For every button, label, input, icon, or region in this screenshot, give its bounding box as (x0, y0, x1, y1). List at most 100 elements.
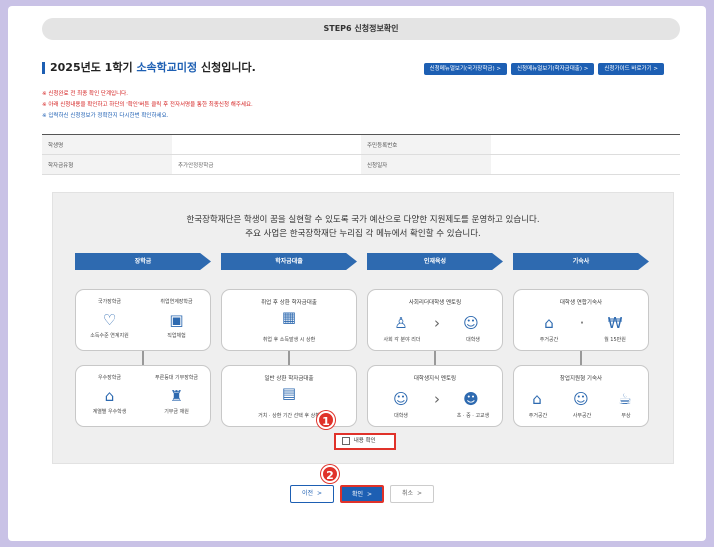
calendar-icon: ▤ (281, 384, 297, 402)
manual-loan-button[interactable]: 신청메뉴얼보기(학자금대출) > (510, 63, 595, 75)
chevron-right-icon: > (367, 491, 373, 498)
card-sub: 주거공간 (528, 413, 548, 419)
card-sub: 초 · 중 · 고교생 (456, 413, 490, 419)
program-column-scholarship: 장학금 국가장학금 ♡ 소득수준 연계지원 취업연계장학금 ▣ 직업체험 우수장… (75, 253, 211, 427)
intro-line: 한국장학재단은 학생이 꿈을 실현할 수 있도록 국가 예산으로 다양한 지원제… (186, 215, 540, 225)
card-connector (142, 351, 144, 365)
overview-intro: 한국장학재단은 학생이 꿈을 실현할 수 있도록 국가 예산으로 다양한 지원제… (53, 213, 673, 241)
program-overview-panel: 한국장학재단은 학생이 꿈을 실현할 수 있도록 국가 예산으로 다양한 지원제… (52, 192, 674, 464)
program-column-talent: 인재육성 사회리더대학생 멘토링 ♙ › ☺ 사회 각 분야 리더 대학생 대학… (367, 253, 503, 427)
column-header: 학자금대출 (221, 253, 357, 270)
cancel-button[interactable]: 취소 > (390, 485, 434, 503)
card-sub: 직업체험 (167, 333, 186, 339)
prev-button[interactable]: 이전 > (290, 485, 334, 503)
table-header-cell: 학자금유형 (42, 154, 172, 175)
table-cell (172, 134, 361, 155)
cancel-label: 취소 (401, 490, 413, 497)
house-icon: ⌂ (544, 314, 554, 332)
program-card: 창업지원형 기숙사 ⌂ ☺ ☕ 주거공간 사무공간 무상 (513, 365, 649, 427)
table-cell: 추가안정장학금 (172, 154, 361, 175)
card-title: 취업연계장학금 (160, 299, 193, 305)
page-title: 2025년도 1학기 소속학교미정 신청입니다. (42, 62, 256, 74)
table-header-cell: 주민등록번호 (361, 134, 491, 155)
table-row: 학생명 주민등록번호 (42, 134, 680, 155)
office-building-icon: ▦ (281, 308, 297, 326)
card-title: 국가장학금 (97, 299, 121, 305)
manual-scholarship-button[interactable]: 신청메뉴얼보기(국가장학금) > (423, 63, 507, 75)
chevron-right-icon: > (317, 490, 323, 497)
program-card: 국가장학금 ♡ 소득수준 연계지원 취업연계장학금 ▣ 직업체험 (75, 289, 211, 351)
children-icon: ☻ (463, 390, 479, 408)
program-column-dormitory: 기숙사 대학생 연합기숙사 ⌂ · ₩ 주거공간 월 15만원 창업지원형 기숙… (513, 253, 649, 427)
coin-icon: ₩ (607, 314, 623, 332)
student-icon: ☺ (463, 314, 479, 332)
office-worker-icon: ☺ (573, 390, 589, 408)
coffee-icon: ☕ (618, 390, 632, 408)
card-sub: 소득수준 연계지원 (90, 333, 129, 339)
university-student-icon: ☺ (393, 390, 409, 408)
card-title: 창업지원형 기숙사 (559, 376, 603, 382)
briefcase-icon: ▣ (169, 311, 184, 329)
notice-item: ※ 아래 신청내용을 확인하고 하단의 '확인'버튼 클릭 후 전자서명을 통한… (42, 102, 253, 108)
manual-button-group: 신청메뉴얼보기(국가장학금) > 신청메뉴얼보기(학자금대출) > 신청가이드 … (423, 63, 664, 75)
card-sub: 월 15만원 (604, 337, 626, 343)
table-row: 학자금유형 추가안정장학금 신청일자 (42, 154, 680, 175)
card-sub: 주거공간 (539, 337, 559, 343)
content-confirm-checkbox[interactable]: 내용 확인 (334, 433, 396, 450)
confirm-button[interactable]: 확인 > (340, 485, 384, 503)
step-badge-1: 1 (317, 411, 335, 429)
prev-label: 이전 (301, 490, 313, 497)
graduation-cap-icon: ⌂ (104, 387, 115, 405)
application-page: STEP6 신청정보확인 2025년도 1학기 소속학교미정 신청입니다. 신청… (8, 6, 706, 541)
program-card: 일반 상환 학자금대출 ▤ 거치 · 상환 기간 선택 후 상환 (221, 365, 357, 427)
card-connector (288, 351, 290, 365)
guide-shortcut-button[interactable]: 신청가이드 바로가기 > (598, 63, 664, 75)
program-card: 우수장학금 ⌂ 계열별 우수학생 푸른등대 기부장학금 ♜ 기부금 재원 (75, 365, 211, 427)
checkbox-label: 내용 확인 (353, 438, 376, 444)
title-suffix: 신청입니다. (201, 61, 256, 74)
checkbox-square[interactable] (342, 436, 350, 445)
heart-hands-icon: ♡ (102, 311, 117, 329)
dot-separator-icon: · (579, 314, 585, 332)
table-cell (491, 154, 680, 175)
step-badge-2: 2 (321, 465, 339, 483)
table-cell (491, 134, 680, 155)
card-sub: 사무공간 (572, 413, 592, 419)
notice-list: ※ 신청완료 전 최종 확인 단계입니다. ※ 아래 신청내용을 확인하고 하단… (42, 89, 253, 122)
table-header-cell: 신청일자 (361, 154, 491, 175)
term-label: 2025년도 1학기 (50, 61, 133, 74)
column-header: 기숙사 (513, 253, 649, 270)
card-title: 대학생지식 멘토링 (413, 376, 457, 382)
notice-item: ※ 입력하신 신청정보가 정확한지 다시한번 확인하세요. (42, 113, 169, 119)
step-progress-bar: STEP6 신청정보확인 (42, 18, 680, 40)
chevron-right-icon: › (434, 390, 440, 408)
column-header: 인재육성 (367, 253, 503, 270)
card-connector (580, 351, 582, 365)
program-column-loan: 학자금대출 취업 후 상환 학자금대출 ▦ 취업 후 소득발생 시 상환 일반 … (221, 253, 357, 427)
card-sub: 대학생 (466, 337, 480, 343)
chevron-right-icon: › (434, 314, 440, 332)
card-sub: 대학생 (394, 413, 408, 419)
school-label: 소속학교미정 (136, 61, 198, 74)
card-sub: 기부금 재원 (164, 409, 189, 415)
city-leader-icon: ♙ (394, 314, 408, 332)
card-title: 대학생 연합기숙사 (559, 300, 603, 306)
house-icon: ⌂ (532, 390, 542, 408)
column-header: 장학금 (75, 253, 211, 270)
card-title: 취업 후 상환 학자금대출 (261, 300, 317, 306)
program-card: 대학생지식 멘토링 ☺ › ☻ 대학생 초 · 중 · 고교생 (367, 365, 503, 427)
application-info-table: 학생명 주민등록번호 학자금유형 추가안정장학금 신청일자 (42, 134, 680, 175)
program-card: 사회리더대학생 멘토링 ♙ › ☺ 사회 각 분야 리더 대학생 (367, 289, 503, 351)
card-sub: 계열별 우수학생 (92, 409, 127, 415)
card-connector (434, 351, 436, 365)
intro-line: 주요 사업은 한국장학재단 누리집 각 메뉴에서 확인할 수 있습니다. (245, 229, 481, 239)
notice-item: ※ 신청완료 전 최종 확인 단계입니다. (42, 91, 128, 97)
confirm-label: 확인 (351, 491, 363, 498)
card-title: 푸른등대 기부장학금 (155, 375, 198, 381)
lighthouse-icon: ♜ (169, 387, 184, 405)
card-sub: 무상 (621, 413, 631, 419)
card-sub: 사회 각 분야 리더 (383, 337, 421, 343)
table-header-cell: 학생명 (42, 134, 172, 155)
card-title: 우수장학금 (97, 375, 121, 381)
chevron-right-icon: > (417, 490, 423, 497)
